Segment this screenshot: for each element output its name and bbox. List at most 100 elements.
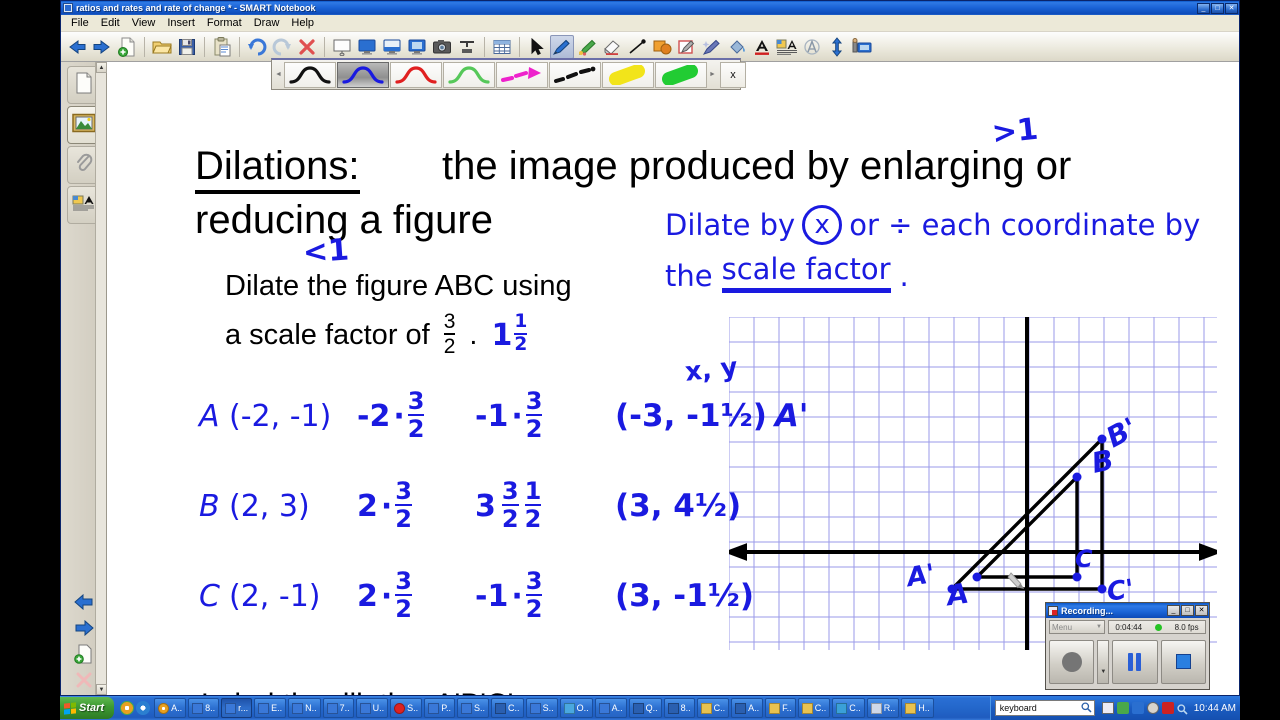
line-icon[interactable]: [625, 35, 649, 59]
add-page-button[interactable]: [71, 643, 97, 665]
close-button[interactable]: ✕: [1225, 2, 1238, 14]
delete-icon[interactable]: [295, 35, 319, 59]
start-button[interactable]: Start: [60, 697, 115, 719]
pen-swatch-black-dashed[interactable]: [549, 61, 601, 88]
new-page-icon[interactable]: [115, 35, 139, 59]
move-icon[interactable]: [825, 35, 849, 59]
task-word-a[interactable]: A..: [731, 698, 764, 718]
menu-view[interactable]: View: [126, 16, 162, 30]
search-tray-icon[interactable]: [1177, 702, 1189, 715]
chrome-quicklaunch-icon[interactable]: [120, 701, 135, 715]
menu-edit[interactable]: Edit: [95, 16, 126, 30]
record-button[interactable]: [1049, 639, 1095, 684]
taskbar-clock[interactable]: 10:44 AM: [1194, 703, 1236, 714]
screen-shade-icon[interactable]: [330, 35, 354, 59]
recorder-close-button[interactable]: ✕: [1195, 605, 1208, 616]
save-icon[interactable]: [175, 35, 199, 59]
menu-format[interactable]: Format: [201, 16, 248, 30]
pen-swatch-magenta-arrow[interactable]: [496, 61, 548, 88]
close-palette-button[interactable]: x: [720, 61, 746, 88]
network-tray-icon[interactable]: [1116, 702, 1129, 714]
task-folder-f[interactable]: F..: [765, 698, 796, 718]
recorder-restore-button[interactable]: □: [1181, 605, 1194, 616]
forward-arrow-icon[interactable]: [90, 35, 114, 59]
recorder-minimize-button[interactable]: _: [1167, 605, 1180, 616]
media-quicklaunch-icon[interactable]: [136, 701, 151, 715]
display-tray-icon[interactable]: [1131, 702, 1144, 714]
notebook-canvas[interactable]: A B C A' B' C' Dilations: the image prod…: [107, 62, 1239, 695]
clock-tray-icon[interactable]: [1146, 702, 1159, 714]
transparency-icon[interactable]: [405, 35, 429, 59]
recorder-menu-button[interactable]: Menu ▼: [1049, 620, 1105, 634]
menu-insert[interactable]: Insert: [161, 16, 201, 30]
full-screen-icon[interactable]: [355, 35, 379, 59]
eraser-icon[interactable]: [600, 35, 624, 59]
pen-swatch-blue[interactable]: [337, 61, 389, 88]
capture-icon[interactable]: [430, 35, 454, 59]
grid-table-icon[interactable]: [490, 35, 514, 59]
task-folder-c[interactable]: C..: [696, 698, 730, 718]
highlighter-swatch-green[interactable]: [655, 61, 707, 88]
present-icon[interactable]: [850, 35, 874, 59]
task-opera-s[interactable]: S..: [390, 698, 423, 718]
redo-icon[interactable]: [270, 35, 294, 59]
pen-swatch-black[interactable]: [284, 61, 336, 88]
task-recorder-r[interactable]: R..: [866, 698, 900, 718]
font-color-icon[interactable]: [750, 35, 774, 59]
next-page-button[interactable]: [71, 617, 97, 639]
task-notebook-7[interactable]: 7..: [322, 698, 354, 718]
kaspersky-tray-icon[interactable]: [1161, 702, 1174, 714]
task-chrome[interactable]: A..: [154, 698, 187, 718]
task-folder-c2[interactable]: C..: [797, 698, 831, 718]
task-folder-h[interactable]: H..: [901, 698, 934, 718]
undo-icon[interactable]: [245, 35, 269, 59]
smart-board-tray-icon[interactable]: [1101, 702, 1114, 714]
stop-button[interactable]: [1160, 639, 1206, 684]
task-notebook-s2[interactable]: S..: [457, 698, 490, 718]
open-folder-icon[interactable]: [150, 35, 174, 59]
task-notebook-8[interactable]: 8..: [188, 698, 220, 718]
task-notebook-ratios[interactable]: r...: [221, 698, 253, 718]
task-word-8[interactable]: 8..: [663, 698, 695, 718]
dual-page-icon[interactable]: [380, 35, 404, 59]
palette-scroll-right-icon[interactable]: ►: [708, 62, 717, 88]
menu-draw[interactable]: Draw: [248, 16, 286, 30]
previous-page-button[interactable]: [71, 591, 97, 613]
shape-pen-icon[interactable]: [675, 35, 699, 59]
task-notebook-e[interactable]: E..: [254, 698, 287, 718]
table-insert-icon[interactable]: [455, 35, 479, 59]
shape-icon[interactable]: [650, 35, 674, 59]
sidebar-scrollbar[interactable]: ▲ ▼: [95, 62, 107, 695]
menu-file[interactable]: File: [65, 16, 95, 30]
task-notebook-n[interactable]: N..: [288, 698, 321, 718]
pen-icon[interactable]: [550, 34, 574, 59]
task-notebook-s3[interactable]: S..: [525, 698, 558, 718]
search-input[interactable]: [997, 702, 1081, 714]
task-outlook-o[interactable]: O..: [559, 698, 593, 718]
task-word-q[interactable]: Q..: [628, 698, 662, 718]
search-input-wrapper[interactable]: [994, 700, 1095, 716]
task-app-c[interactable]: C..: [832, 698, 865, 718]
menu-help[interactable]: Help: [285, 16, 320, 30]
pen-swatch-green[interactable]: [443, 61, 495, 88]
task-notebook-u[interactable]: U..: [355, 698, 389, 718]
delete-page-button[interactable]: [71, 669, 97, 691]
palette-scroll-left-icon[interactable]: ◄: [274, 62, 283, 88]
highlighter-swatch-yellow[interactable]: [602, 61, 654, 88]
back-arrow-icon[interactable]: [65, 35, 89, 59]
measure-icon[interactable]: [800, 35, 824, 59]
task-word-c[interactable]: C..: [491, 698, 524, 718]
select-arrow-icon[interactable]: [525, 35, 549, 59]
pen-swatch-red[interactable]: [390, 61, 442, 88]
paste-icon[interactable]: [210, 35, 234, 59]
task-notebook-p[interactable]: P..: [424, 698, 456, 718]
task-notebook-a[interactable]: A..: [594, 698, 627, 718]
pause-button[interactable]: [1112, 639, 1158, 684]
record-options-button[interactable]: ▼: [1097, 639, 1110, 684]
fill-icon[interactable]: [725, 35, 749, 59]
creative-pen-icon[interactable]: [575, 35, 599, 59]
magnifier-icon[interactable]: [1081, 701, 1092, 715]
minimize-button[interactable]: _: [1197, 2, 1210, 14]
text-icon[interactable]: [775, 35, 799, 59]
scroll-up-icon[interactable]: ▲: [96, 62, 107, 73]
